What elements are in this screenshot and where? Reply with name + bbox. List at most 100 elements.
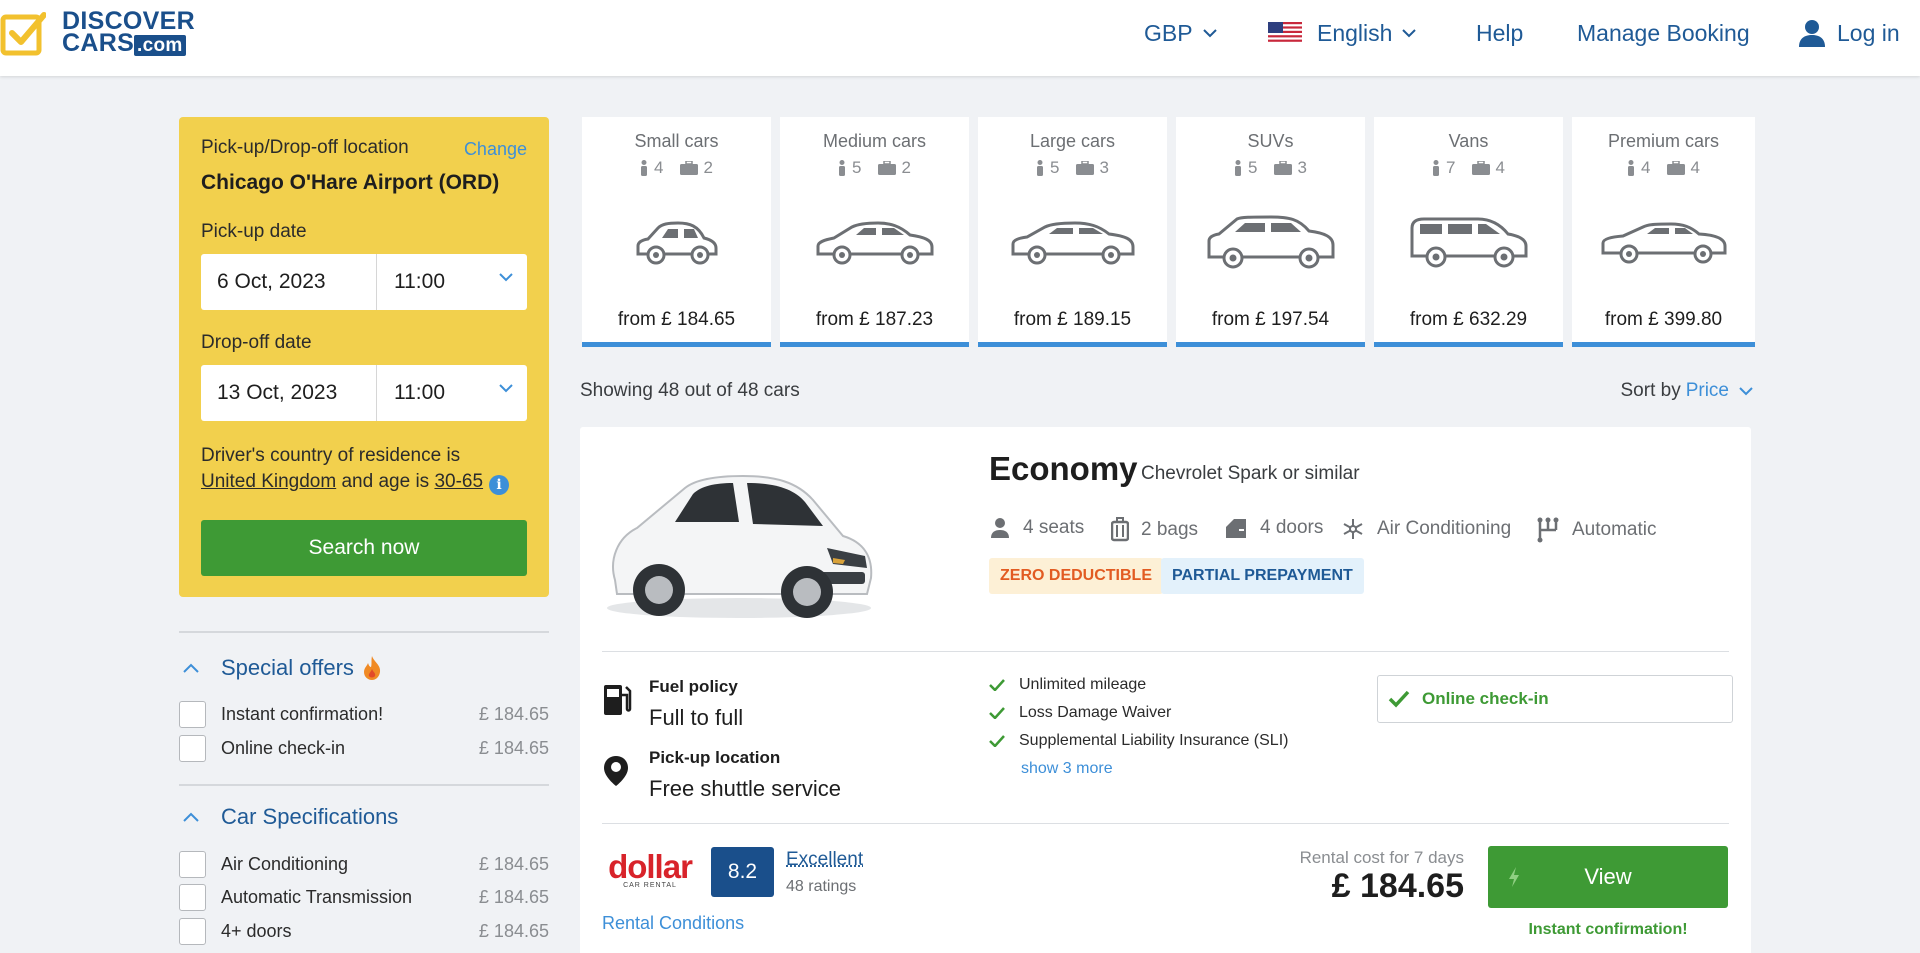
category-small-cars[interactable]: Small cars 4 2 from £ 184.65 xyxy=(582,117,771,347)
info-icon[interactable]: i xyxy=(489,475,509,495)
feature-seats: 4 seats xyxy=(989,517,1084,539)
feature-bags: 2 bags xyxy=(1111,517,1198,543)
sort-value: Price xyxy=(1686,380,1729,402)
category-name: Large cars xyxy=(978,131,1167,152)
inclusion-label: Unlimited mileage xyxy=(1019,676,1146,694)
pickup-time-value: 11:00 xyxy=(394,270,445,294)
rental-conditions-link[interactable]: Rental Conditions xyxy=(602,913,744,934)
category-seats: 4 xyxy=(654,158,663,178)
logo[interactable]: DISCOVER CARS .com xyxy=(0,10,195,57)
car-result-card: Economy Chevrolet Spark or similar 4 sea… xyxy=(580,427,1751,953)
checkbox[interactable] xyxy=(179,851,206,878)
view-deal-button[interactable]: View xyxy=(1488,846,1728,908)
feature-ac-label: Air Conditioning xyxy=(1377,518,1511,540)
category-seats: 4 xyxy=(1641,158,1650,178)
category-name: Small cars xyxy=(582,131,771,152)
large-car-icon xyxy=(1009,220,1137,266)
filter-price: £ 184.65 xyxy=(479,854,549,875)
country-link[interactable]: United Kingdom xyxy=(201,471,336,492)
category-bags: 2 xyxy=(902,158,911,178)
dropoff-time-select[interactable]: 11:00 xyxy=(377,365,527,421)
filter-price: £ 184.65 xyxy=(479,704,549,725)
currency-selector[interactable]: GBP xyxy=(1144,0,1217,66)
category-suvs[interactable]: SUVs 5 3 from £ 197.54 xyxy=(1176,117,1365,347)
person-icon xyxy=(989,517,1011,539)
age-link[interactable]: 30-65 xyxy=(434,471,483,492)
show-more-link[interactable]: show 3 more xyxy=(1021,760,1113,778)
filter-label: Automatic Transmission xyxy=(221,887,412,908)
checkbox[interactable] xyxy=(179,735,206,762)
change-location-link[interactable]: Change xyxy=(464,139,527,160)
gearbox-icon xyxy=(1536,517,1560,543)
help-link[interactable]: Help xyxy=(1476,0,1523,66)
login-link[interactable]: Log in xyxy=(1797,0,1900,66)
category-specs: 7 4 xyxy=(1374,158,1563,178)
category-medium-cars[interactable]: Medium cars 5 2 from £ 187.23 xyxy=(780,117,969,347)
search-now-button[interactable]: Search now xyxy=(201,520,527,576)
category-price: from £ 184.65 xyxy=(582,309,771,331)
dropoff-date-label: Drop-off date xyxy=(201,332,312,354)
pickup-location-label: Pick-up location xyxy=(649,748,780,768)
person-icon xyxy=(1036,160,1044,176)
manage-booking-link[interactable]: Manage Booking xyxy=(1577,0,1750,66)
login-label: Log in xyxy=(1837,20,1900,47)
category-premium-cars[interactable]: Premium cars 4 4 from £ 399.80 xyxy=(1572,117,1755,347)
checkbox[interactable] xyxy=(179,701,206,728)
sort-selector[interactable]: Sort by Price xyxy=(1621,380,1754,402)
category-vans[interactable]: Vans 7 4 from £ 632.29 xyxy=(1374,117,1563,347)
dropoff-datetime: 13 Oct, 2023 11:00 xyxy=(201,365,527,421)
dropoff-time-value: 11:00 xyxy=(394,381,445,405)
pickup-date-field[interactable]: 6 Oct, 2023 xyxy=(201,254,377,310)
driver-country-label: Driver's country of residence is xyxy=(201,445,460,466)
category-bags: 3 xyxy=(1100,158,1109,178)
results-count: Showing 48 out of 48 cars xyxy=(580,380,800,402)
search-panel: Pick-up/Drop-off location Change Chicago… xyxy=(179,117,549,597)
category-specs: 5 2 xyxy=(780,158,969,178)
check-icon xyxy=(1388,690,1410,708)
filter-air-conditioning[interactable]: Air Conditioning £ 184.65 xyxy=(179,850,549,878)
feature-air-conditioning: Air Conditioning xyxy=(1341,517,1511,541)
pickup-time-select[interactable]: 11:00 xyxy=(377,254,527,310)
checkbox[interactable] xyxy=(179,884,206,911)
suitcase-icon xyxy=(1111,517,1129,543)
car-specifications-header[interactable]: Car Specifications xyxy=(183,804,398,830)
suv-icon xyxy=(1205,215,1337,271)
snowflake-icon xyxy=(1341,517,1365,541)
fuel-policy-label: Fuel policy xyxy=(649,677,738,697)
category-name: Premium cars xyxy=(1572,131,1755,152)
sort-label: Sort by xyxy=(1621,380,1681,402)
pickup-date-label: Pick-up date xyxy=(201,221,307,243)
rental-price: £ 184.65 xyxy=(1332,867,1464,906)
rating-text-link[interactable]: Excellent xyxy=(786,849,863,871)
pickup-datetime: 6 Oct, 2023 11:00 xyxy=(201,254,527,310)
special-offers-header[interactable]: Special offers xyxy=(183,655,382,681)
category-bags: 4 xyxy=(1691,158,1700,178)
filter-price: £ 184.65 xyxy=(479,921,549,942)
chevron-down-icon xyxy=(1402,29,1416,38)
filter-4-doors[interactable]: 4+ doors £ 184.65 xyxy=(179,917,549,945)
person-icon xyxy=(640,160,648,176)
dropoff-date-field[interactable]: 13 Oct, 2023 xyxy=(201,365,377,421)
filter-automatic-transmission[interactable]: Automatic Transmission £ 184.65 xyxy=(179,883,549,911)
feature-bags-label: 2 bags xyxy=(1141,519,1198,541)
category-bags: 4 xyxy=(1496,158,1505,178)
card-divider xyxy=(602,823,1729,824)
language-selector[interactable]: English xyxy=(1268,0,1416,66)
inclusion-label: Supplemental Liability Insurance (SLI) xyxy=(1019,732,1288,750)
category-large-cars[interactable]: Large cars 5 3 from £ 189.15 xyxy=(978,117,1167,347)
check-icon xyxy=(989,735,1005,747)
car-photo xyxy=(597,460,881,624)
pickup-location-value: Free shuttle service xyxy=(649,776,841,802)
category-seats: 5 xyxy=(1248,158,1257,178)
category-bags: 2 xyxy=(704,158,713,178)
filter-label: Online check-in xyxy=(221,738,345,759)
feature-doors-label: 4 doors xyxy=(1260,517,1323,539)
online-checkin-label: Online check-in xyxy=(1422,689,1549,709)
checkbox[interactable] xyxy=(179,918,206,945)
category-name: Vans xyxy=(1374,131,1563,152)
inclusion-item: Supplemental Liability Insurance (SLI) xyxy=(989,732,1288,750)
partial-prepayment-badge: PARTIAL PREPAYMENT xyxy=(1161,558,1364,594)
filter-online-checkin[interactable]: Online check-in £ 184.65 xyxy=(179,734,549,762)
filter-instant-confirmation[interactable]: Instant confirmation! £ 184.65 xyxy=(179,700,549,728)
card-divider xyxy=(602,651,1729,652)
